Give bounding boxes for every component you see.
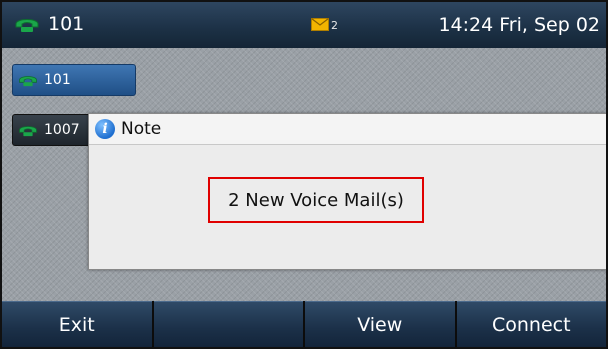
- line-key-label: 1007: [44, 122, 80, 138]
- line-key-101[interactable]: 101: [12, 64, 136, 96]
- message-highlight: 2 New Voice Mail(s): [208, 177, 424, 223]
- dialog-title: Note: [121, 119, 162, 139]
- blank-softkey[interactable]: [153, 301, 303, 347]
- line-key-label: 101: [44, 72, 71, 88]
- status-bar: 101 2 14:24 Fri, Sep 02: [2, 2, 606, 48]
- dialog-message: 2 New Voice Mail(s): [228, 189, 404, 211]
- account-indicator: 101: [14, 13, 84, 35]
- softkey-bar: Exit View Connect: [2, 301, 606, 347]
- datetime: 14:24 Fri, Sep 02: [438, 14, 600, 36]
- exit-softkey[interactable]: Exit: [2, 301, 152, 347]
- note-dialog: i Note 2 New Voice Mail(s): [88, 113, 606, 270]
- phone-handset-icon: [19, 76, 37, 87]
- info-icon: i: [95, 119, 115, 139]
- connect-softkey[interactable]: Connect: [456, 301, 606, 347]
- voicemail-count: 2: [331, 19, 338, 32]
- envelope-icon: [311, 18, 329, 31]
- voicemail-indicator[interactable]: 2: [311, 18, 338, 31]
- idle-screen: 101 1007 i Note 2 New Voice Mail(s): [2, 48, 606, 301]
- phone-handset-icon: [15, 19, 39, 32]
- dialog-title-bar: i Note: [89, 114, 606, 145]
- phone-screen: 101 2 14:24 Fri, Sep 02 101 1007 i Note …: [0, 0, 608, 349]
- account-label: 101: [48, 13, 85, 35]
- view-softkey[interactable]: View: [305, 301, 455, 347]
- phone-handset-icon: [19, 126, 37, 137]
